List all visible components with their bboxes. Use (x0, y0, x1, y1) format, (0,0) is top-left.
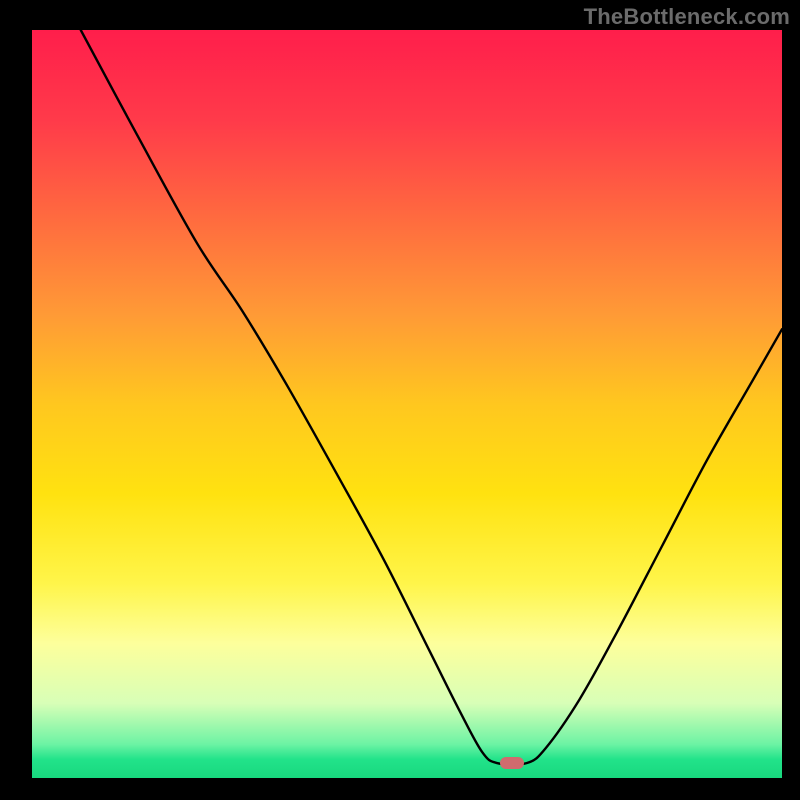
bottleneck-chart (0, 0, 800, 800)
watermark-label: TheBottleneck.com (584, 4, 790, 30)
chart-container: TheBottleneck.com (0, 0, 800, 800)
heat-gradient-background (32, 30, 782, 778)
optimum-marker (500, 757, 524, 769)
